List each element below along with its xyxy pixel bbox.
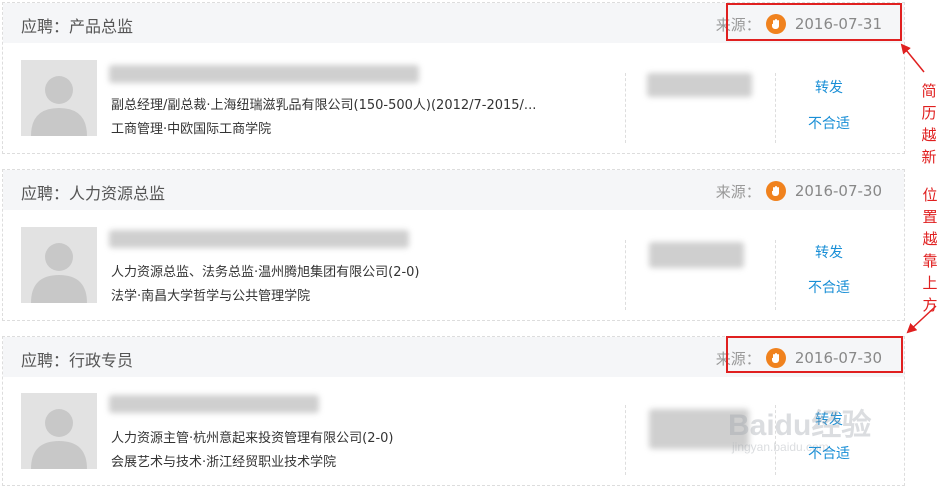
watermark-logo-text: Baidu经验 — [728, 409, 872, 442]
annotation-note-newer: 简 历 越 新 — [921, 82, 937, 166]
watermark-url: jingyan.baidu.com — [732, 440, 829, 454]
annotation-note-higher: 位 置 越 靠 上 方 — [922, 186, 938, 314]
baidu-watermark: Baidu经验 jingyan.baidu.com — [728, 392, 918, 462]
